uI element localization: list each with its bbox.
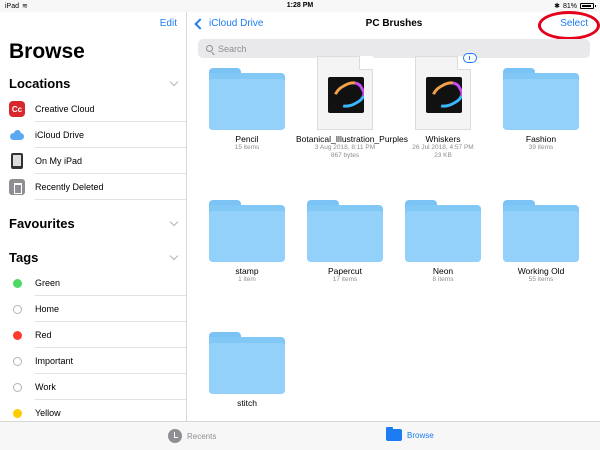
item-meta: 1 item	[238, 276, 256, 283]
chevron-down-icon	[169, 77, 179, 87]
item-name: Working Old	[517, 266, 565, 276]
folder-icon	[503, 200, 579, 262]
item-name: Botanical_Illustration_Purples	[296, 134, 408, 144]
folder-item[interactable]: Papercut 17 items	[296, 200, 394, 284]
sidebar-item-label: Recently Deleted	[35, 182, 104, 192]
sidebar-item-label: Red	[35, 330, 52, 340]
folder-icon	[307, 200, 383, 262]
tags-header[interactable]: Tags	[0, 246, 186, 270]
sidebar-item-on-my-ipad[interactable]: On My iPad	[0, 148, 186, 174]
folder-icon	[386, 427, 402, 441]
ipad-icon	[11, 153, 23, 169]
sidebar-item-tag-work[interactable]: Work	[0, 374, 186, 400]
item-meta: 23 KB	[434, 152, 452, 159]
search-input[interactable]: Search	[198, 39, 590, 58]
sidebar-item-label: On My iPad	[35, 156, 83, 166]
chevron-down-icon	[169, 217, 179, 227]
item-name: Pencil	[235, 134, 259, 144]
sidebar-item-label: Important	[35, 356, 74, 366]
sidebar-item-label: Work	[35, 382, 56, 392]
item-meta: 15 items	[234, 144, 260, 151]
item-name: Fashion	[525, 134, 557, 144]
folder-icon	[209, 332, 285, 394]
bluetooth-icon: ✱	[554, 3, 560, 10]
search-placeholder: Search	[218, 43, 247, 54]
locations-section: Locations Cc Creative Cloud iCloud Drive…	[0, 72, 186, 200]
tag-dot-icon	[12, 278, 22, 288]
tag-dot-icon	[12, 356, 22, 366]
tab-bar: Recents Browse	[0, 421, 600, 450]
document-item[interactable]: Whiskers 26 Jul 2018, 4:57 PM 23 KB	[394, 53, 492, 160]
tags-section: Tags Green Home Red Important Work Yello…	[0, 246, 186, 421]
tag-dot-icon	[12, 382, 22, 392]
clock-time: 1:28 PM	[286, 2, 314, 9]
item-meta: 3 Aug 2018, 8:11 PM	[314, 144, 376, 151]
item-meta: 26 Jul 2018, 4:57 PM	[412, 144, 474, 151]
folder-item[interactable]: stitch	[198, 332, 296, 408]
brush-file-icon	[317, 56, 373, 130]
sidebar-item-tag-red[interactable]: Red	[0, 322, 186, 348]
brush-file-icon	[415, 53, 477, 130]
item-name: Whiskers	[425, 134, 461, 144]
sidebar-item-label: Yellow	[35, 408, 61, 418]
folder-icon	[209, 200, 285, 262]
document-item[interactable]: Botanical_Illustration_Purples 3 Aug 2018…	[296, 56, 408, 160]
battery-icon	[580, 3, 596, 9]
item-meta: 17 items	[332, 276, 358, 283]
trash-icon	[9, 179, 25, 195]
sidebar-item-label: Creative Cloud	[35, 104, 95, 114]
status-bar: iPad ≋ 1:28 PM ✱ 81%	[0, 0, 600, 12]
folder-item[interactable]: Neon 8 items	[394, 200, 492, 284]
battery-percent: 81%	[562, 2, 577, 10]
tag-dot-icon	[12, 408, 22, 418]
sidebar-item-tag-green[interactable]: Green	[0, 270, 186, 296]
item-name: stamp	[235, 266, 259, 276]
sidebar-item-recently-deleted[interactable]: Recently Deleted	[0, 174, 186, 200]
sidebar: Edit Browse Locations Cc Creative Cloud …	[0, 12, 187, 421]
folder-item[interactable]: Working Old 55 items	[492, 200, 590, 284]
item-name: Neon	[432, 266, 454, 276]
locations-header[interactable]: Locations	[0, 72, 186, 96]
icloud-icon	[9, 130, 25, 140]
item-meta: 55 items	[528, 276, 554, 283]
procreate-brush-icon	[426, 77, 462, 113]
creative-cloud-icon: Cc	[9, 101, 25, 117]
folder-item[interactable]: Pencil 15 items	[198, 68, 296, 152]
clock-icon	[168, 429, 182, 443]
folder-icon	[503, 68, 579, 130]
tab-browse[interactable]: Browse	[386, 427, 434, 441]
favourites-section: Favourites	[0, 212, 186, 236]
folder-icon	[209, 68, 285, 130]
main-content: iCloud Drive PC Brushes Select Search Pe…	[188, 11, 600, 421]
sidebar-title: Browse	[9, 40, 85, 63]
tag-dot-icon	[12, 330, 22, 340]
sidebar-item-tag-important[interactable]: Important	[0, 348, 186, 374]
sidebar-item-label: Home	[35, 304, 60, 314]
folder-item[interactable]: stamp 1 item	[198, 200, 296, 284]
tag-dot-icon	[12, 304, 22, 314]
tab-recents[interactable]: Recents	[168, 429, 216, 443]
chevron-down-icon	[169, 251, 179, 261]
highlight-ring	[538, 11, 600, 40]
edit-button[interactable]: Edit	[160, 18, 177, 29]
cloud-download-icon	[463, 53, 477, 63]
sidebar-item-icloud-drive[interactable]: iCloud Drive	[0, 122, 186, 148]
search-icon	[206, 45, 213, 52]
folder-item[interactable]: Fashion 39 items	[492, 68, 590, 152]
item-meta: 39 items	[528, 144, 554, 151]
sidebar-item-creative-cloud[interactable]: Cc Creative Cloud	[0, 96, 186, 122]
item-meta: 8 items	[432, 276, 454, 283]
item-meta: 867 bytes	[330, 152, 360, 159]
procreate-brush-icon	[328, 77, 364, 113]
item-name: Papercut	[327, 266, 363, 276]
folder-icon	[405, 200, 481, 262]
sidebar-item-label: iCloud Drive	[35, 130, 85, 140]
item-name: stitch	[237, 398, 257, 408]
nav-bar: iCloud Drive PC Brushes Select	[188, 11, 600, 40]
sidebar-item-tag-home[interactable]: Home	[0, 296, 186, 322]
favourites-header[interactable]: Favourites	[0, 212, 186, 236]
sidebar-item-label: Green	[35, 278, 61, 288]
sidebar-item-tag-yellow[interactable]: Yellow	[0, 400, 186, 421]
